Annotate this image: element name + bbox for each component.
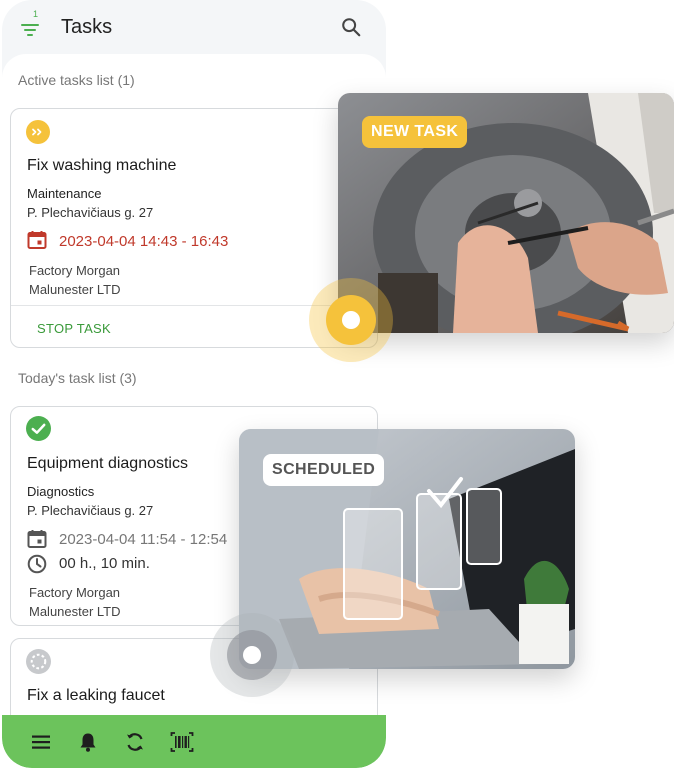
task-client: Malunester LTD bbox=[29, 282, 121, 297]
new-task-badge: NEW TASK bbox=[362, 116, 468, 148]
task-title: Equipment diagnostics bbox=[27, 455, 188, 472]
task-category: Diagnostics bbox=[27, 484, 95, 499]
search-icon[interactable] bbox=[340, 16, 362, 38]
task-category: Maintenance bbox=[27, 186, 102, 201]
arrow-right-circle-icon bbox=[26, 120, 50, 144]
scheduling-photo: SCHEDULED bbox=[239, 429, 575, 669]
task-company-block: Factory Morgan Malunester LTD bbox=[29, 583, 121, 621]
task-address: P. Plechavičiaus g. 27 bbox=[27, 205, 154, 220]
task-company: Factory Morgan bbox=[29, 585, 121, 600]
task-title: Fix washing machine bbox=[27, 157, 177, 174]
barcode-icon[interactable] bbox=[170, 731, 194, 753]
task-company-block: Factory Morgan Malunester LTD bbox=[29, 261, 121, 299]
section-label-today: Today's task list (3) bbox=[18, 370, 137, 386]
calendar-icon bbox=[27, 530, 47, 548]
stop-task-button[interactable]: STOP TASK bbox=[37, 321, 111, 336]
pulse-core bbox=[243, 646, 261, 664]
task-duration: 00 h., 10 min. bbox=[59, 555, 150, 572]
pulse-core bbox=[342, 311, 360, 329]
menu-icon[interactable] bbox=[30, 731, 52, 753]
filter-icon[interactable] bbox=[18, 10, 42, 36]
new-task-pulse-indicator bbox=[309, 278, 393, 362]
task-title: Fix a leaking faucet bbox=[27, 687, 165, 704]
clock-icon bbox=[27, 554, 47, 574]
calendar-icon bbox=[27, 231, 47, 249]
task-client: Malunester LTD bbox=[29, 604, 121, 619]
bottom-nav bbox=[2, 715, 386, 768]
pulse-ring bbox=[326, 295, 376, 345]
task-datetime: 2023-04-04 11:54 - 12:54 bbox=[59, 531, 228, 548]
section-label-active: Active tasks list (1) bbox=[18, 72, 135, 88]
scheduled-pulse-indicator bbox=[210, 613, 294, 697]
scheduled-badge: SCHEDULED bbox=[263, 454, 385, 486]
page-title: Tasks bbox=[61, 16, 113, 38]
repair-photo: NEW TASK bbox=[338, 93, 674, 333]
check-circle-icon bbox=[26, 416, 51, 441]
bell-icon[interactable] bbox=[77, 731, 99, 753]
task-datetime: 2023-04-04 14:43 - 16:43 bbox=[59, 233, 229, 250]
app-bar: 1 Tasks bbox=[2, 0, 386, 56]
task-company: Factory Morgan bbox=[29, 263, 121, 278]
sync-icon[interactable] bbox=[124, 731, 146, 753]
pulse-ring bbox=[227, 630, 277, 680]
filter-count-badge: 1 bbox=[33, 9, 39, 19]
dashed-circle-icon bbox=[26, 649, 51, 674]
task-address: P. Plechavičiaus g. 27 bbox=[27, 503, 154, 518]
